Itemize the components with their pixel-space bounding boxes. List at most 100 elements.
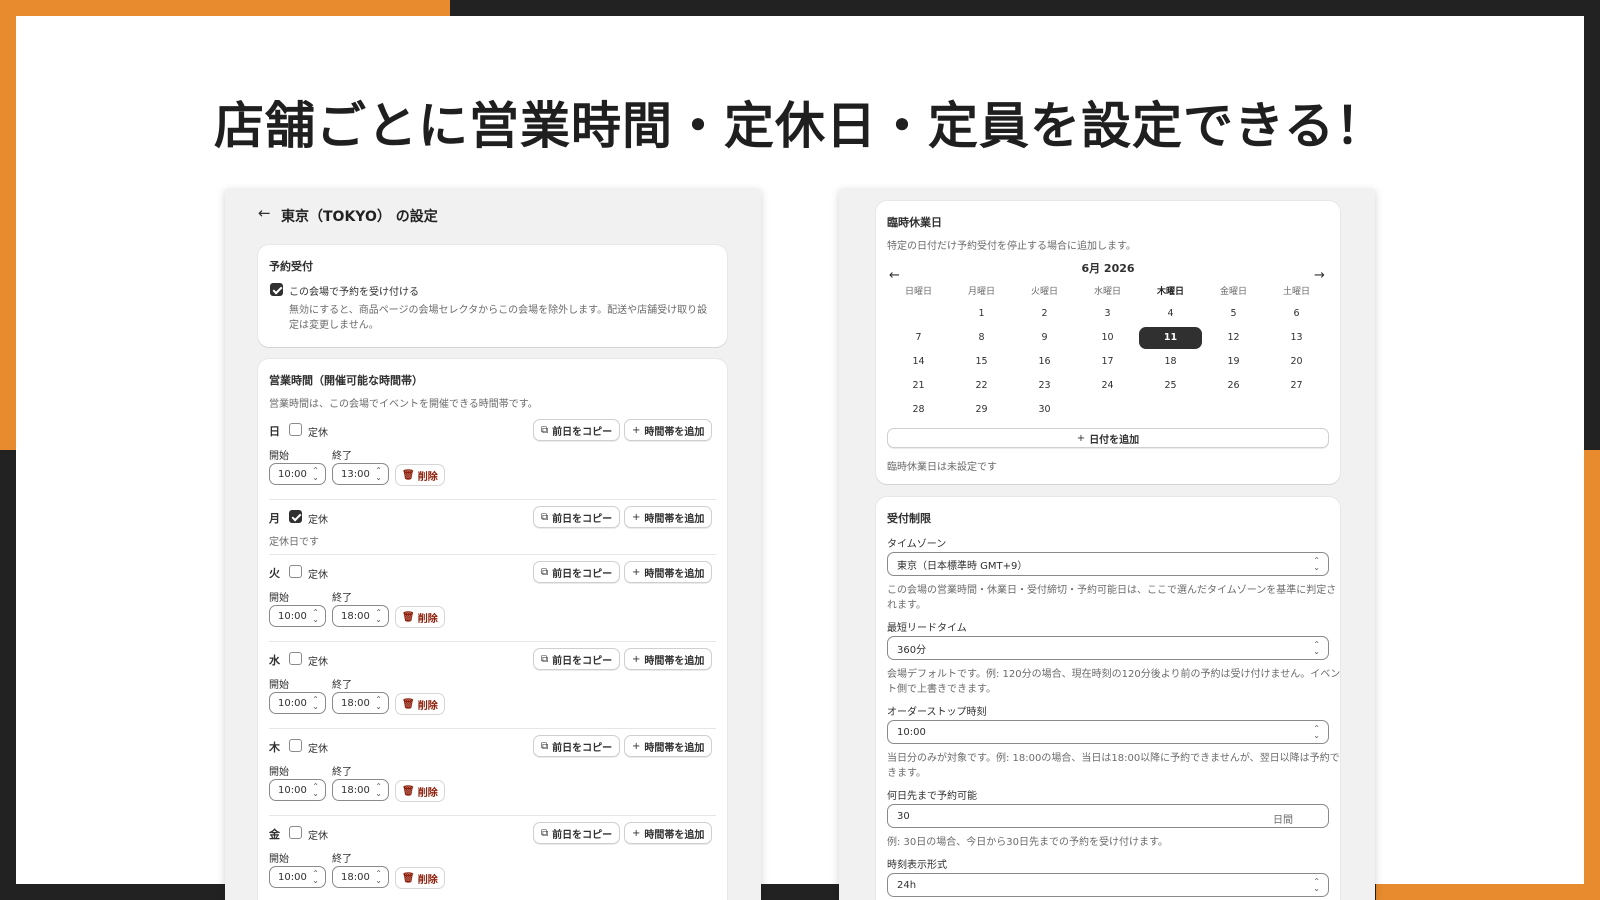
copy-previous-day-button[interactable]: ⧉ 前日をコピー — [533, 419, 621, 441]
add-time-slot-button[interactable]: + 時間帯を追加 — [624, 561, 713, 583]
weekday-header: 金曜日 — [1219, 287, 1247, 297]
closed-checkbox[interactable] — [289, 652, 302, 665]
timezone-help-line1: この会場の営業時間・休業日・受付締切・予約可能日は、ここで選んだタイムゾーンを基… — [887, 585, 1337, 596]
calendar-day[interactable]: 13 — [1265, 327, 1328, 349]
booking-days-label: 何日先まで予約可能 — [887, 791, 977, 802]
add-time-slot-button[interactable]: + 時間帯を追加 — [624, 735, 713, 757]
copy-previous-day-button[interactable]: ⧉ 前日をコピー — [533, 561, 621, 583]
calendar-day[interactable]: 18 — [1139, 351, 1202, 373]
delete-slot-button[interactable]: 🗑 削除 — [395, 464, 445, 486]
stepper-icon: ⌃ ⌄ — [312, 869, 319, 885]
closed-checkbox[interactable] — [289, 423, 302, 436]
copy-previous-day-button[interactable]: ⧉ 前日をコピー — [533, 506, 621, 528]
calendar-day[interactable]: 25 — [1139, 375, 1202, 397]
calendar-day[interactable]: 14 — [887, 351, 950, 373]
copy-label: 前日をコピー — [552, 829, 613, 841]
stepper-icon: ⌃ ⌄ — [312, 695, 319, 711]
add-time-slot-button[interactable]: + 時間帯を追加 — [624, 648, 713, 670]
day-row: 金定休 ⧉ 前日をコピー + 時間帯を追加 開始 終了 10:00 ⌃ ⌄ 18:00 ⌃ ⌄ 🗑 削除 — [258, 822, 727, 900]
order-stop-select[interactable]: 10:00 ⌃ ⌄ — [887, 720, 1329, 744]
calendar-day[interactable]: 29 — [950, 399, 1013, 421]
calendar-day[interactable]: 7 — [887, 327, 950, 349]
back-arrow-icon[interactable]: ← — [258, 204, 274, 222]
start-time-input[interactable]: 10:00 ⌃ ⌄ — [269, 463, 326, 485]
holiday-card: 臨時休業日 特定の日付だけ予約受付を停止する場合に追加します。 ← 6月 202… — [876, 201, 1340, 484]
delete-label: 削除 — [417, 471, 438, 483]
calendar-day[interactable]: 2 — [1013, 303, 1076, 325]
start-time-input[interactable]: 10:00 ⌃ ⌄ — [269, 605, 326, 627]
delete-slot-button[interactable]: 🗑 削除 — [395, 867, 445, 889]
calendar-day[interactable]: 30 — [1013, 399, 1076, 421]
add-time-slot-button[interactable]: + 時間帯を追加 — [624, 506, 713, 528]
start-time-input[interactable]: 10:00 ⌃ ⌄ — [269, 779, 326, 801]
calendar-day[interactable]: 11 — [1139, 327, 1202, 349]
closed-checkbox[interactable] — [289, 739, 302, 752]
calendar-day[interactable]: 1 — [950, 303, 1013, 325]
calendar-day[interactable]: 21 — [887, 375, 950, 397]
lead-time-select[interactable]: 360分 ⌃ ⌄ — [887, 636, 1329, 660]
start-time-input[interactable]: 10:00 ⌃ ⌄ — [269, 866, 326, 888]
calendar-day[interactable]: 15 — [950, 351, 1013, 373]
copy-previous-day-button[interactable]: ⧉ 前日をコピー — [533, 735, 621, 757]
calendar-day[interactable]: 8 — [950, 327, 1013, 349]
add-slot-label: 時間帯を追加 — [644, 513, 705, 525]
end-label: 終了 — [332, 767, 352, 778]
delete-slot-button[interactable]: 🗑 削除 — [395, 606, 445, 628]
calendar-day[interactable]: 26 — [1202, 375, 1265, 397]
order-stop-help-line1: 当日分のみが対象です。例: 18:00の場合、当日は18:00以降に予約できませ… — [887, 753, 1340, 764]
calendar-day[interactable]: 12 — [1202, 327, 1265, 349]
closed-checkbox[interactable] — [289, 826, 302, 839]
delete-slot-button[interactable]: 🗑 削除 — [395, 780, 445, 802]
calendar-day[interactable]: 10 — [1076, 327, 1139, 349]
end-time-value: 18:00 — [341, 697, 370, 709]
end-time-input[interactable]: 18:00 ⌃ ⌄ — [332, 779, 389, 801]
delete-slot-button[interactable]: 🗑 削除 — [395, 693, 445, 715]
add-time-slot-button[interactable]: + 時間帯を追加 — [624, 822, 713, 844]
calendar-day[interactable]: 16 — [1013, 351, 1076, 373]
end-label: 終了 — [332, 854, 352, 865]
end-time-value: 18:00 — [341, 784, 370, 796]
calendar-day[interactable]: 4 — [1139, 303, 1202, 325]
calendar-day[interactable]: 6 — [1265, 303, 1328, 325]
calendar-day[interactable]: 5 — [1202, 303, 1265, 325]
calendar-day[interactable]: 3 — [1076, 303, 1139, 325]
calendar-day[interactable]: 22 — [950, 375, 1013, 397]
calendar-day[interactable]: 24 — [1076, 375, 1139, 397]
end-time-input[interactable]: 18:00 ⌃ ⌄ — [332, 866, 389, 888]
copy-icon: ⧉ — [541, 740, 549, 752]
booking-days-input[interactable]: 30 日間 — [887, 804, 1329, 828]
calendar-day[interactable]: 17 — [1076, 351, 1139, 373]
end-time-input[interactable]: 18:00 ⌃ ⌄ — [332, 605, 389, 627]
copy-previous-day-button[interactable]: ⧉ 前日をコピー — [533, 822, 621, 844]
timezone-select[interactable]: 東京（日本標準時 GMT+9） ⌃ ⌄ — [887, 552, 1329, 576]
add-time-slot-button[interactable]: + 時間帯を追加 — [624, 419, 713, 441]
holiday-title: 臨時休業日 — [887, 216, 942, 229]
calendar-day[interactable]: 9 — [1013, 327, 1076, 349]
weekday-header: 火曜日 — [1030, 287, 1058, 297]
end-label: 終了 — [332, 451, 352, 462]
calendar-day[interactable]: 20 — [1265, 351, 1328, 373]
start-label: 開始 — [269, 451, 289, 462]
delete-label: 削除 — [417, 787, 438, 799]
accept-reservation-checkbox[interactable] — [270, 283, 283, 296]
add-date-button[interactable]: + 日付を追加 — [887, 428, 1329, 448]
orange-corner-bottom-right — [1376, 884, 1600, 900]
closed-checkbox[interactable] — [289, 565, 302, 578]
time-format-select[interactable]: 24h ⌃ ⌄ — [887, 873, 1329, 897]
calendar-day[interactable]: 27 — [1265, 375, 1328, 397]
end-time-input[interactable]: 13:00 ⌃ ⌄ — [332, 463, 389, 485]
lead-time-label: 最短リードタイム — [887, 623, 967, 634]
closed-checkbox[interactable] — [289, 510, 302, 523]
copy-icon: ⧉ — [541, 653, 549, 665]
copy-label: 前日をコピー — [552, 568, 613, 580]
calendar-day[interactable]: 19 — [1202, 351, 1265, 373]
end-time-input[interactable]: 18:00 ⌃ ⌄ — [332, 692, 389, 714]
divider — [269, 728, 716, 729]
start-time-input[interactable]: 10:00 ⌃ ⌄ — [269, 692, 326, 714]
closed-message: 定休日です — [269, 537, 319, 548]
next-month-icon[interactable]: → — [1314, 268, 1325, 283]
calendar-day[interactable]: 28 — [887, 399, 950, 421]
copy-previous-day-button[interactable]: ⧉ 前日をコピー — [533, 648, 621, 670]
calendar-day[interactable]: 23 — [1013, 375, 1076, 397]
time-format-label: 時刻表示形式 — [887, 860, 947, 871]
